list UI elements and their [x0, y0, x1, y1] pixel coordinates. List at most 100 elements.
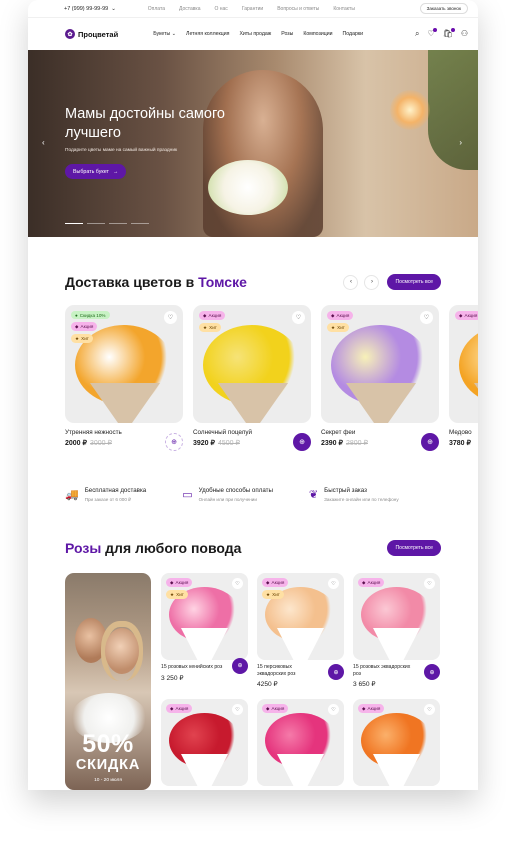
chevron-right-icon[interactable]: ›	[459, 138, 462, 147]
bouquet-wrap	[346, 383, 416, 423]
user-icon[interactable]: ⚇	[461, 29, 468, 39]
call-request-button[interactable]: Заказать звонок	[419, 3, 468, 14]
heart-icon[interactable]: ♡	[164, 311, 177, 324]
chevron-down-icon: ⌄	[171, 31, 177, 37]
phone-number[interactable]: +7 (999) 99-99-99 ⌄	[64, 6, 116, 12]
heart-icon[interactable]: ♡	[232, 578, 243, 589]
feature-desc: Закажите онлайн или по телефону	[324, 497, 399, 502]
chevron-left-icon[interactable]: ‹	[343, 274, 359, 290]
badge-label: Хит	[176, 592, 184, 597]
top-link-contacts[interactable]: Контакты	[333, 6, 355, 12]
cart-icon[interactable]: 🛍	[443, 28, 456, 39]
logo-text: Процветай	[78, 29, 119, 39]
add-to-cart-button[interactable]: ⊕	[232, 657, 248, 674]
product-image[interactable]: ♡ ◆ Акция ★ Хит	[321, 305, 439, 423]
product-name[interactable]: Медово	[449, 429, 478, 436]
badge-label: Акция	[208, 313, 222, 318]
nav-item-compositions[interactable]: Композиции	[303, 31, 332, 37]
star-icon: ★	[266, 591, 271, 597]
product-name[interactable]: 15 розовых кенийских роз	[161, 664, 223, 671]
heart-icon[interactable]: ♡	[328, 578, 339, 589]
product-card[interactable]: ♡ ◆ Акция ★ Хит 15 розовых кенийских роз 3 250…	[161, 573, 248, 682]
search-icon[interactable]: ⌕	[415, 29, 419, 39]
product-card[interactable]: ♡◆АкцияМедово3780 ₽⊕	[449, 305, 478, 447]
add-to-cart-button[interactable]: ⊕	[328, 664, 344, 680]
feature-item: ❦ Быстрый заказ Закажите онлайн или по те…	[309, 487, 399, 503]
product-image[interactable]: ♡◆Акция	[353, 573, 440, 660]
product-card[interactable]: ♡ ● Скидка 10% ◆ Акция ★ Хит Утренняя нежность 2…	[65, 305, 183, 451]
product-image[interactable]: ♡ ◆ Акция ★ Хит	[193, 305, 311, 423]
product-image[interactable]: ♡ ◆ Акция ★ Хит	[161, 573, 248, 660]
tag-icon: ◆	[170, 579, 174, 585]
add-to-cart-button[interactable]: ⊕	[293, 433, 311, 451]
product-card[interactable]: ♡ ◆ Акция 15 розовых эквадорских роз 3 650 ₽…	[353, 573, 440, 688]
product-card[interactable]: ♡ ◆ Акция ★ Хит Солнечный поцелуй 3920 ₽4500 ₽…	[193, 305, 311, 451]
old-price: 2800 ₽	[345, 440, 368, 447]
product-image[interactable]: ♡◆Акция	[161, 699, 248, 786]
tag-icon: ◆	[331, 312, 335, 318]
logo[interactable]: ✿ Процветай	[65, 29, 118, 39]
nav-item-hits[interactable]: Хиты продаж	[239, 31, 271, 37]
add-to-cart-button[interactable]: ⊕	[421, 433, 439, 451]
view-all-button[interactable]: Посмотреть все	[387, 274, 441, 290]
hero-bouquet	[208, 160, 288, 215]
favorites-icon[interactable]: ♡	[428, 28, 437, 39]
product-name[interactable]: Солнечный поцелуй	[193, 429, 311, 436]
slider-dot[interactable]	[131, 222, 149, 224]
product-card[interactable]: ♡ ◆ Акция ★ Хит Секрет феи 2390 ₽2800 ₽ ⊕	[321, 305, 439, 451]
chevron-right-icon[interactable]: ›	[364, 274, 380, 290]
product-image[interactable]: ♡ ◆ Акция ★ Хит	[257, 573, 344, 660]
top-link-delivery[interactable]: Доставка	[179, 6, 200, 12]
chevron-left-icon[interactable]: ‹	[42, 138, 45, 147]
heart-icon[interactable]: ♡	[424, 704, 435, 715]
product-image[interactable]: ♡ ◆Акция	[257, 699, 344, 786]
product-name[interactable]: Утренняя нежность	[65, 429, 183, 436]
view-all-button[interactable]: Посмотреть все	[387, 540, 441, 556]
product-card[interactable]: ♡ ◆ Акция ★ Хит 15 персиковых эквадорских роз…	[257, 573, 344, 688]
slider-dot[interactable]	[109, 222, 127, 224]
badge-label: Акция	[271, 580, 285, 585]
badge-label: Акция	[336, 313, 350, 318]
top-link-faq[interactable]: Вопросы и ответы	[277, 6, 319, 12]
product-image[interactable]: ♡ ● Скидка 10% ◆ Акция ★ Хит	[65, 305, 183, 423]
badge: ◆ Акция	[262, 704, 289, 713]
slider-dot[interactable]	[87, 222, 105, 224]
add-to-cart-button[interactable]: ⊕	[424, 664, 440, 680]
heart-icon[interactable]: ♡	[424, 578, 435, 589]
add-to-cart-button[interactable]: ⊕	[165, 433, 183, 451]
product-image[interactable]: ♡◆Акция	[353, 699, 440, 786]
promo-dates: 10 - 20 июля	[94, 778, 122, 783]
heart-icon[interactable]: ♡	[292, 311, 305, 324]
product-price: 4250 ₽	[257, 680, 344, 688]
nav-item-bouquets[interactable]: Букеты ⌄	[153, 31, 176, 37]
product-info: Солнечный поцелуй 3920 ₽4500 ₽ ⊕	[193, 429, 311, 451]
product-card[interactable]: ♡ ◆ Акция	[257, 699, 344, 790]
product-card[interactable]: ♡ ◆ Акция	[353, 699, 440, 790]
product-image[interactable]: ♡◆Акция	[449, 305, 478, 423]
badge: ★ Хит	[327, 323, 349, 332]
nav-item-roses[interactable]: Розы	[281, 31, 293, 37]
percent-icon: ●	[75, 312, 78, 318]
slider-dot[interactable]	[65, 222, 83, 224]
product-name[interactable]: 15 розовых эквадорских роз	[353, 664, 415, 677]
star-icon: ★	[331, 324, 336, 330]
top-link-guarantees[interactable]: Гарантии	[242, 6, 263, 12]
features-row: 🚚 Бесплатная доставка При заказе от 6 000…	[65, 487, 399, 503]
top-link-payment[interactable]: Оплата	[148, 6, 165, 12]
city-name[interactable]: Томске	[198, 274, 247, 290]
heart-icon[interactable]: ♡	[420, 311, 433, 324]
top-link-about[interactable]: О нас	[214, 6, 227, 12]
product-name[interactable]: Секрет феи	[321, 429, 439, 436]
heart-icon[interactable]: ♡	[232, 704, 243, 715]
nav-item-gifts[interactable]: Подарки	[343, 31, 363, 37]
product-card[interactable]: ♡ ◆ Акция	[161, 699, 248, 790]
choose-bouquet-button[interactable]: Выбрать букет →	[65, 164, 127, 179]
promo-banner[interactable]: 50% СКИДКА 10 - 20 июля	[65, 573, 151, 790]
badge: ★ Хит	[71, 334, 93, 343]
product-name[interactable]: 15 персиковых эквадорских роз	[257, 664, 319, 677]
heart-icon[interactable]: ♡	[328, 704, 339, 715]
product-info: 15 розовых эквадорских роз 3 650 ₽ ⊕	[353, 664, 440, 688]
current-price: 3780 ₽	[449, 440, 471, 447]
nav-item-summer[interactable]: Летняя коллекция	[186, 31, 229, 37]
feature-title: Удобные способы оплаты	[198, 487, 273, 494]
